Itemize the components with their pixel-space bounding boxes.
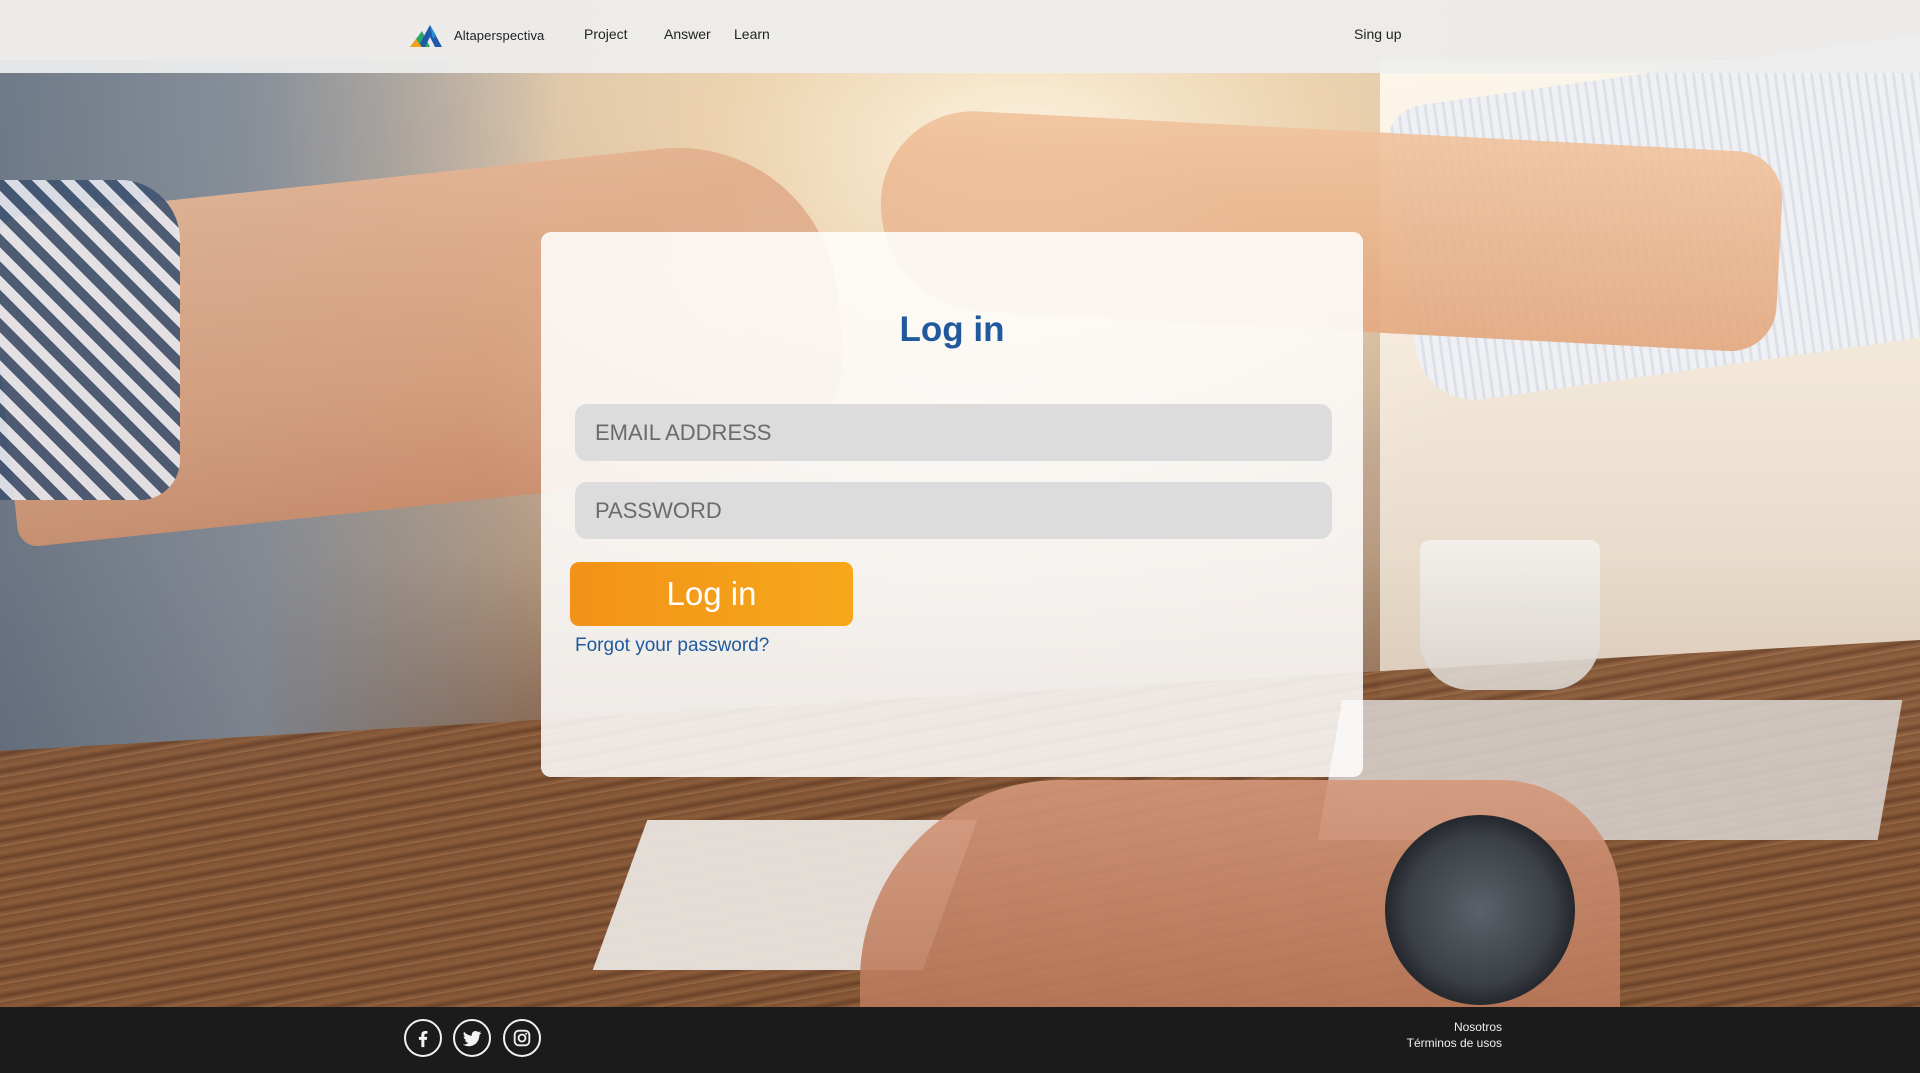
login-card: Log in Log in Forgot your password?	[541, 232, 1363, 777]
nav-project[interactable]: Project	[584, 26, 628, 42]
footer-link-terminos[interactable]: Términos de usos	[1407, 1035, 1502, 1051]
facebook-icon[interactable]	[404, 1019, 442, 1057]
email-field[interactable]	[575, 404, 1332, 461]
brand-name: Altaperspectiva	[454, 27, 545, 43]
nav-answer[interactable]: Answer	[664, 26, 711, 42]
login-title: Log in	[899, 310, 1005, 349]
nav-signup[interactable]: Sing up	[1354, 26, 1401, 42]
forgot-password-link[interactable]: Forgot your password?	[575, 635, 769, 657]
brand-link[interactable]: Altaperspectiva	[408, 20, 544, 50]
login-button[interactable]: Log in	[570, 562, 853, 626]
instagram-icon[interactable]	[503, 1019, 541, 1057]
password-field[interactable]	[575, 482, 1332, 539]
footer-link-nosotros[interactable]: Nosotros	[1407, 1019, 1502, 1035]
twitter-icon[interactable]	[453, 1019, 491, 1057]
nav-learn[interactable]: Learn	[734, 26, 770, 42]
brand-logo-icon	[410, 25, 442, 47]
footer: Nosotros Términos de usos	[0, 1007, 1920, 1073]
top-navbar: Altaperspectiva Project Answer Learn Sin…	[0, 0, 1920, 73]
footer-links: Nosotros Términos de usos	[1407, 1019, 1502, 1051]
